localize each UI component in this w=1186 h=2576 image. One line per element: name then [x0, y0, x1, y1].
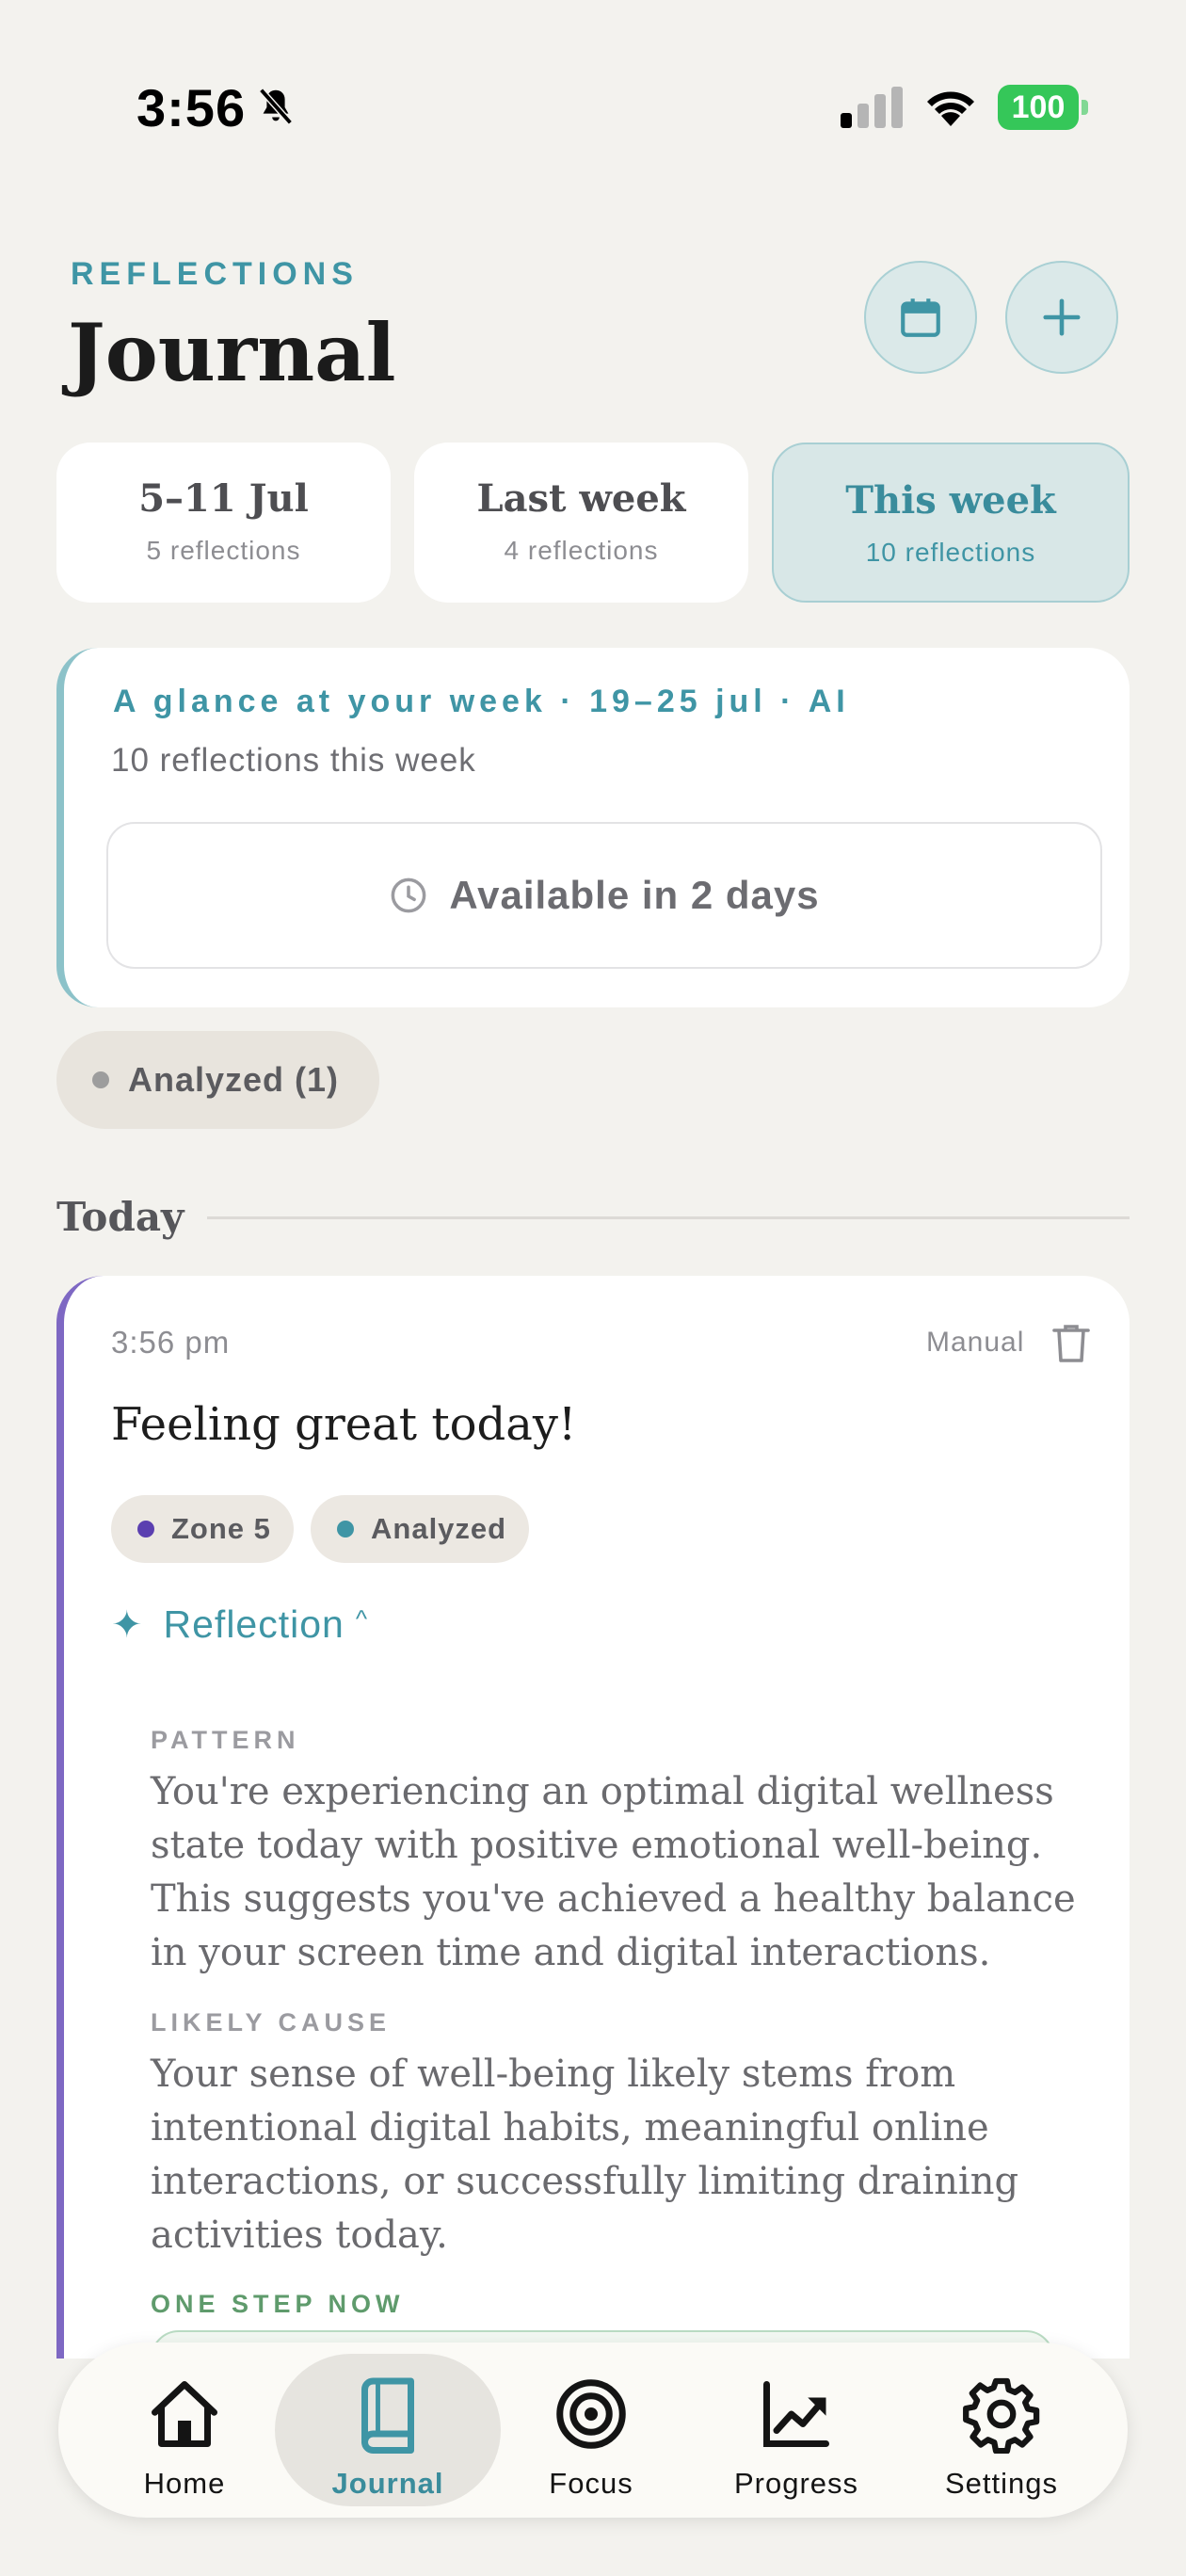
- analyzed-filter-chip[interactable]: Analyzed (1): [56, 1031, 379, 1129]
- nav-label: Progress: [733, 2467, 859, 2500]
- filter-dot: [92, 1071, 109, 1088]
- status-time: 3:56: [136, 78, 247, 137]
- chart-icon: [763, 2381, 829, 2447]
- likely-cause-label: LIKELY CAUSE: [151, 2008, 392, 2037]
- nav-item-settings[interactable]: Settings: [898, 2343, 1105, 2518]
- home-icon: [152, 2381, 217, 2447]
- week-tab-count: 10 reflections: [865, 538, 1036, 567]
- one-step-label: ONE STEP NOW: [151, 2290, 405, 2318]
- entry-time: 3:56 pm: [111, 1325, 231, 1360]
- trash-icon[interactable]: [1052, 1323, 1090, 1364]
- cellular-signal-icon: [841, 87, 903, 128]
- week-tab-this-week[interactable]: This week 10 reflections: [772, 443, 1130, 603]
- pattern-text: You're experiencing an optimal digital w…: [151, 1770, 1076, 1974]
- tag-dot: [137, 1521, 154, 1538]
- battery-indicator: 100: [998, 85, 1088, 130]
- glance-title: A glance at your week · 19–25 jul · AI: [113, 684, 850, 719]
- week-glance-card: A glance at your week · 19–25 jul · AI 1…: [56, 648, 1130, 1007]
- wifi-icon: [927, 91, 974, 126]
- week-tab-count: 4 reflections: [504, 536, 659, 565]
- tag-zone: Zone 5: [111, 1495, 294, 1563]
- week-tab-last-week[interactable]: Last week 4 reflections: [414, 443, 748, 603]
- section-title-today: Today: [56, 1194, 184, 1240]
- week-tab-5-11-jul[interactable]: 5–11 Jul 5 reflections: [56, 443, 391, 603]
- book-icon: [361, 2377, 414, 2454]
- bell-muted-icon: [259, 88, 293, 125]
- nav-label: Focus: [549, 2467, 633, 2500]
- calendar-button[interactable]: [864, 261, 977, 374]
- tag-analyzed: Analyzed: [311, 1495, 529, 1563]
- nav-label: Settings: [944, 2467, 1058, 2500]
- filter-label: Analyzed (1): [128, 1060, 340, 1099]
- gear-icon: [963, 2377, 1040, 2454]
- nav-item-focus[interactable]: Focus: [488, 2343, 695, 2518]
- week-tab-label: Last week: [476, 476, 686, 521]
- chevron-up-icon: ^: [355, 1604, 368, 1633]
- nav-label: Journal: [331, 2467, 444, 2500]
- nav-label: Home: [143, 2467, 226, 2500]
- page-title: Journal: [68, 306, 396, 399]
- add-entry-button[interactable]: [1005, 261, 1118, 374]
- pattern-label: PATTERN: [151, 1726, 300, 1754]
- bottom-nav: Home Journal Focus Progress Settings: [58, 2343, 1128, 2518]
- entry-title: Feeling great today!: [111, 1398, 577, 1451]
- page-eyebrow: REFLECTIONS: [71, 256, 359, 292]
- clock-icon: [391, 877, 426, 913]
- week-tab-label: This week: [845, 478, 1056, 523]
- reflection-label: Reflection: [163, 1602, 345, 1646]
- entry-source: Manual: [926, 1327, 1025, 1358]
- section-divider: [207, 1216, 1130, 1219]
- sparkle-icon: ✦: [111, 1603, 143, 1646]
- glance-subtitle: 10 reflections this week: [111, 742, 476, 779]
- tag-label: Analyzed: [371, 1512, 507, 1545]
- status-bar: 3:56 100: [0, 0, 1186, 217]
- availability-text: Available in 2 days: [449, 873, 820, 917]
- week-tab-label: 5–11 Jul: [138, 476, 309, 521]
- journal-entry-card[interactable]: 3:56 pm Manual Feeling great today! Zone…: [56, 1276, 1130, 2359]
- nav-item-home[interactable]: Home: [81, 2343, 288, 2518]
- battery-cap: [1082, 100, 1088, 115]
- calendar-icon: [901, 298, 940, 337]
- tag-label: Zone 5: [171, 1512, 271, 1545]
- nav-item-progress[interactable]: Progress: [693, 2343, 900, 2518]
- target-icon: [556, 2379, 626, 2449]
- nav-item-journal[interactable]: Journal: [284, 2343, 491, 2518]
- likely-cause-text: Your sense of well-being likely stems fr…: [151, 2053, 1019, 2257]
- battery-level: 100: [998, 85, 1079, 130]
- availability-box: Available in 2 days: [106, 822, 1102, 969]
- reflection-toggle[interactable]: ✦ Reflection ^: [111, 1602, 367, 1647]
- week-tab-count: 5 reflections: [146, 536, 301, 565]
- tag-dot: [337, 1521, 354, 1538]
- plus-icon: [1043, 298, 1081, 336]
